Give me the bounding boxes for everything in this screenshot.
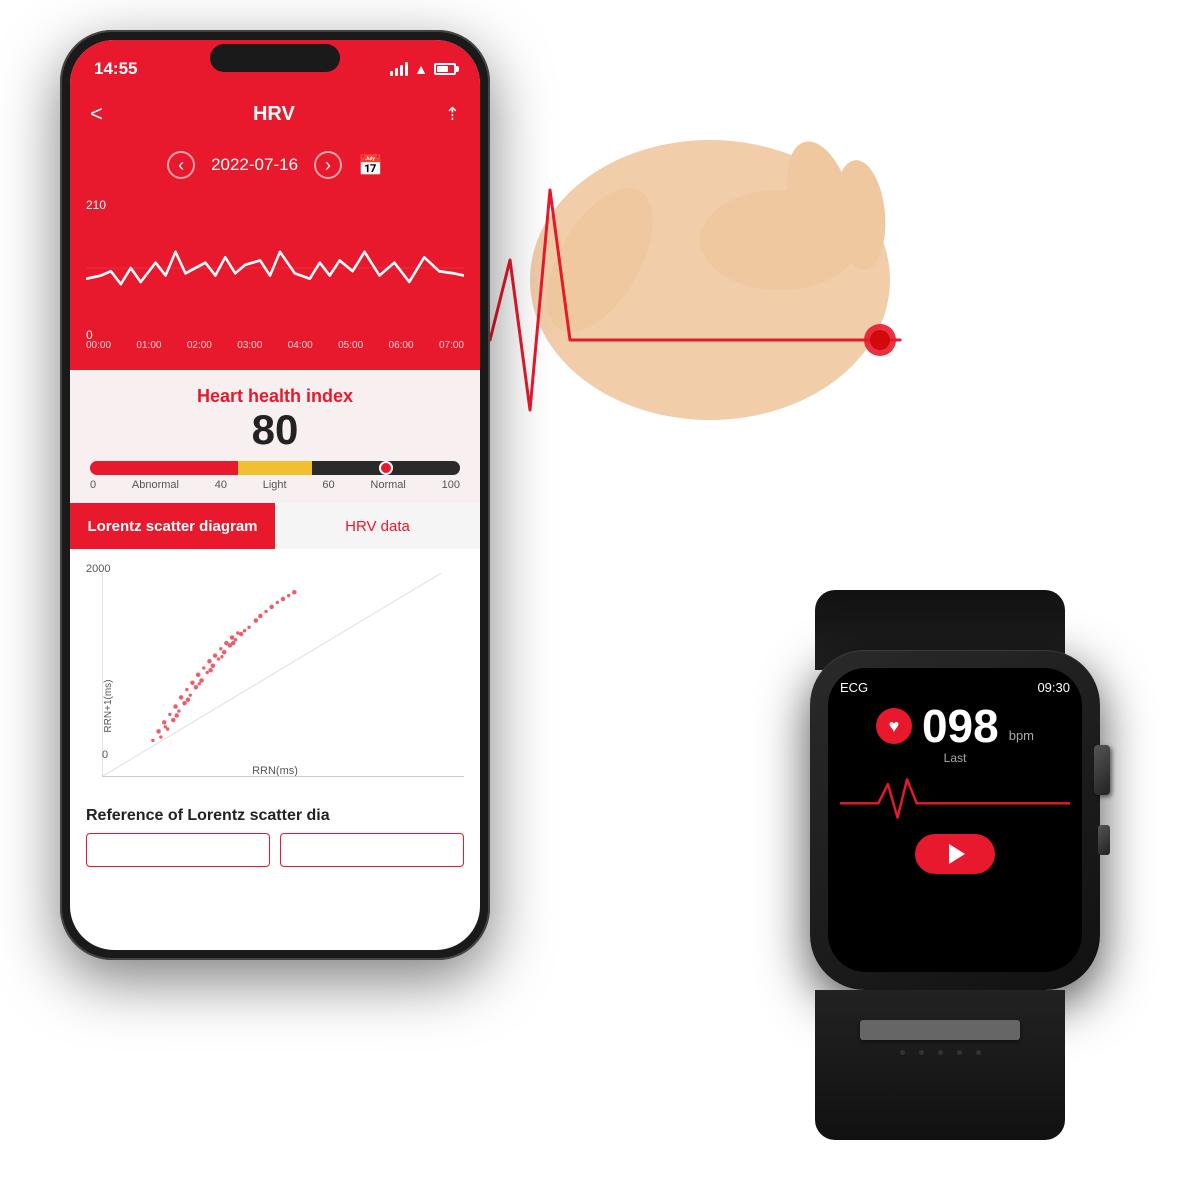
- x-label-7: 07:00: [439, 340, 464, 351]
- bar-yellow-segment: [238, 461, 312, 475]
- battery-icon: [434, 63, 456, 75]
- x-label-6: 06:00: [389, 340, 414, 351]
- play-triangle-icon: [949, 844, 965, 864]
- bar-label-40: 40: [215, 479, 227, 491]
- phone-notch: [210, 44, 340, 72]
- x-label-1: 01:00: [136, 340, 161, 351]
- tab-lorentz[interactable]: Lorentz scatter diagram: [70, 503, 275, 549]
- ref-box-1: [86, 833, 270, 867]
- phone-shell: 14:55 ▲ < HRV ⇡ ‹ 2022-07-16 › 📅: [60, 30, 490, 960]
- watch-last-label: Last: [944, 751, 967, 765]
- chart-x-labels: 00:00 01:00 02:00 03:00 04:00 05:00 06:0…: [86, 338, 464, 355]
- x-label-5: 05:00: [338, 340, 363, 351]
- health-bar-labels: 0 Abnormal 40 Light 60 Normal 100: [90, 479, 460, 491]
- wifi-icon: ▲: [414, 61, 428, 77]
- tabs-row: Lorentz scatter diagram HRV data: [70, 503, 480, 549]
- watch-time: 09:30: [1037, 680, 1070, 695]
- health-index-section: Heart health index 80 0 Abnormal 40 Ligh…: [70, 370, 480, 503]
- watch-side-button[interactable]: [1098, 825, 1110, 855]
- chart-y-max-label: 210: [86, 198, 106, 212]
- reference-section: Reference of Lorentz scatter dia: [70, 799, 480, 875]
- watch-top-row: ECG 09:30: [840, 680, 1070, 695]
- x-label-2: 02:00: [187, 340, 212, 351]
- lorentz-chart-svg: [102, 573, 464, 777]
- lorentz-section: 2000 RRN+1(ms) 0 RRN(ms): [70, 549, 480, 799]
- health-index-value: 80: [90, 407, 460, 453]
- phone-screen: 14:55 ▲ < HRV ⇡ ‹ 2022-07-16 › 📅: [70, 40, 480, 950]
- watch-ecg-label: ECG: [840, 680, 868, 695]
- hrv-chart-svg: [86, 198, 464, 338]
- back-button[interactable]: <: [90, 101, 103, 127]
- status-time: 14:55: [94, 59, 137, 79]
- calendar-icon[interactable]: 📅: [358, 153, 383, 178]
- bar-label-light: Light: [263, 479, 287, 491]
- watch-play-button[interactable]: [915, 834, 995, 874]
- bar-label-0: 0: [90, 479, 96, 491]
- watch-band-buckle: [860, 1020, 1020, 1040]
- watch-heart-icon: ♥: [876, 708, 912, 744]
- health-index-title: Heart health index: [90, 386, 460, 407]
- share-button[interactable]: ⇡: [445, 104, 460, 125]
- date-nav-bar: ‹ 2022-07-16 › 📅: [70, 140, 480, 190]
- current-date: 2022-07-16: [211, 155, 298, 175]
- tab-hrv-data[interactable]: HRV data: [275, 503, 480, 549]
- app-title: HRV: [253, 103, 295, 126]
- signal-icon: [390, 62, 408, 76]
- hrv-chart-area: 210 0 00:00 01:00 02:00 03:00 04:00 05:0…: [70, 190, 480, 370]
- reference-boxes: [86, 833, 464, 867]
- app-header: < HRV ⇡: [70, 88, 480, 140]
- watch-container: ECG 09:30 ♥ 098 bpm Last: [750, 590, 1170, 1140]
- prev-date-button[interactable]: ‹: [167, 151, 195, 179]
- bar-label-abnormal: Abnormal: [132, 479, 179, 491]
- watch-bpm-value: 098: [922, 703, 999, 749]
- bar-label-60: 60: [322, 479, 334, 491]
- health-bar: [90, 461, 460, 475]
- watch-crown[interactable]: [1094, 745, 1110, 795]
- watch-band-bottom: [815, 990, 1065, 1140]
- ref-box-2: [280, 833, 464, 867]
- watch-bpm-unit: bpm: [1009, 728, 1034, 743]
- status-icons: ▲: [390, 61, 456, 77]
- watch-screen-content: ECG 09:30 ♥ 098 bpm Last: [828, 668, 1082, 972]
- watch-bpm-area: ♥ 098 bpm: [876, 703, 1034, 749]
- reference-title: Reference of Lorentz scatter dia: [86, 807, 464, 825]
- bar-label-100: 100: [442, 479, 460, 491]
- watch-ecg-svg: [840, 771, 1070, 826]
- bar-label-normal: Normal: [370, 479, 405, 491]
- chart-y-min-label: 0: [86, 328, 93, 342]
- watch-body: ECG 09:30 ♥ 098 bpm Last: [810, 650, 1100, 990]
- bar-red-segment: [90, 461, 238, 475]
- watch-screen: ECG 09:30 ♥ 098 bpm Last: [828, 668, 1082, 972]
- x-label-3: 03:00: [237, 340, 262, 351]
- next-date-button[interactable]: ›: [314, 151, 342, 179]
- x-label-4: 04:00: [288, 340, 313, 351]
